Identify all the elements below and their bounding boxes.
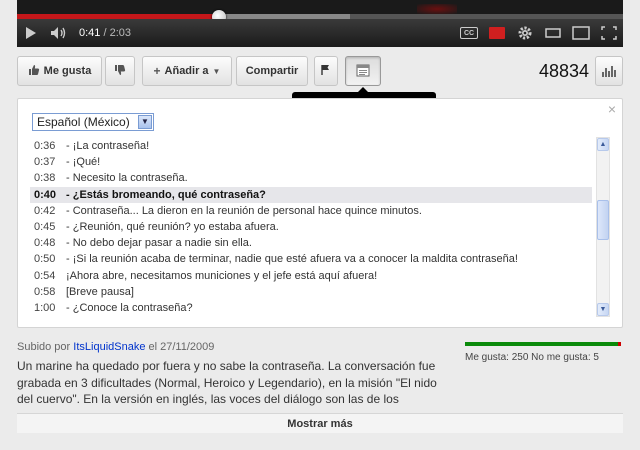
video-description: Un marine ha quedado por fuera y no sabe… <box>17 359 437 406</box>
transcript-line[interactable]: 0:42 - Contraseña... La dieron en la reun… <box>30 203 592 219</box>
transcript-timestamp: 0:36 <box>34 140 56 153</box>
transcript-timestamp: 0:37 <box>34 156 56 169</box>
video-frame[interactable] <box>17 0 623 14</box>
player-controls: 0:41 / 2:03 CC <box>17 19 623 47</box>
transcript-line[interactable]: 0:50 - ¡Si la reunión acaba de terminar, … <box>30 251 592 267</box>
flag-icon <box>321 64 331 79</box>
annotations-button[interactable] <box>483 19 511 47</box>
transcript-text: - ¿Conoce la contraseña? <box>66 301 193 314</box>
close-icon[interactable]: × <box>608 101 616 117</box>
transcript-button[interactable] <box>345 56 381 86</box>
transcript-line[interactable]: 0:36 - ¡La contraseña! <box>30 138 592 154</box>
flag-button[interactable] <box>314 56 338 86</box>
chevron-down-icon: ▼ <box>212 66 221 76</box>
large-player-icon[interactable] <box>567 19 595 47</box>
transcript-line[interactable]: 0:48 - No debo dejar pasar a nadie sin el… <box>30 235 592 251</box>
transcript-timestamp: 0:54 <box>34 269 56 282</box>
duration: 2:03 <box>109 27 132 39</box>
transcript-line[interactable]: 0:38 - Necesito la contraseña. <box>30 170 592 186</box>
transcript-scrollbar[interactable]: ▲ ▼ <box>596 137 610 317</box>
language-select[interactable]: Español (México) ▼ <box>32 113 154 131</box>
add-to-button[interactable]: + Añadir a ▼ <box>142 56 232 86</box>
scroll-down-icon[interactable]: ▼ <box>597 303 609 316</box>
annotations-icon <box>489 27 505 39</box>
transcript-timestamp: 1:00 <box>34 301 56 314</box>
play-icon[interactable] <box>17 19 45 47</box>
transcript-timestamp: 0:40 <box>34 188 57 201</box>
transcript-line[interactable]: 0:58 [Breve pausa] <box>30 284 592 300</box>
transcript-panel: × Español (México) ▼ 0:36 - ¡La contraseñ… <box>17 98 623 328</box>
dislike-button[interactable] <box>105 56 135 86</box>
transcript-line-current[interactable]: 0:40 - ¿Estás bromeando, qué contraseña? <box>30 186 592 203</box>
uploaded-prefix: Subido por <box>17 341 71 353</box>
transcript-timestamp: 0:45 <box>34 221 56 234</box>
share-button[interactable]: Compartir <box>236 56 308 86</box>
thumbs-down-icon <box>114 64 126 79</box>
dislikes-fill <box>617 342 621 346</box>
chevron-down-icon: ▼ <box>138 115 152 129</box>
plus-icon: + <box>153 64 161 78</box>
time-display: 0:41 / 2:03 <box>79 27 131 39</box>
transcript-timestamp: 0:48 <box>34 237 56 250</box>
transcript-text: - ¿Reunión, qué reunión? yo estaba afuer… <box>66 221 279 234</box>
transcript-text: - Contraseña... La dieron en la reunión … <box>66 204 422 217</box>
fullscreen-icon[interactable] <box>595 19 623 47</box>
uploaded-by: Subido por ItsLiquidSnake el 27/11/2009 <box>17 341 214 353</box>
transcript-text: ¡Ahora abre, necesitamos municiones y el… <box>66 269 378 282</box>
action-bar: Me gusta + Añadir a ▼ Compartir 48834 <box>17 56 623 86</box>
cc-icon: CC <box>460 27 478 39</box>
language-selected: Español (México) <box>37 115 130 129</box>
transcript-text: [Breve pausa] <box>66 285 134 298</box>
transcript-lines: 0:36 - ¡La contraseña! 0:37 - ¡Qué! 0:38 - Ne… <box>30 138 592 316</box>
stats-icon <box>602 65 616 77</box>
transcript-line[interactable]: 0:37 - ¡Qué! <box>30 154 592 170</box>
transcript-text: - Necesito la contraseña. <box>66 172 188 185</box>
transcript-text: - ¡Qué! <box>66 156 101 169</box>
transcript-line[interactable]: 0:54 ¡Ahora abre, necesitamos municiones … <box>30 268 592 284</box>
transcript-text: - No debo dejar pasar a nadie sin ella. <box>66 237 252 250</box>
scroll-up-icon[interactable]: ▲ <box>597 138 609 151</box>
likes-ratio-bar <box>465 342 621 346</box>
time-separator: / <box>103 27 107 39</box>
transcript-text: - ¿Estás bromeando, qué contraseña? <box>66 188 266 201</box>
transcript-timestamp: 0:50 <box>34 253 56 266</box>
current-time: 0:41 <box>79 27 101 39</box>
uploader-link[interactable]: ItsLiquidSnake <box>73 341 145 353</box>
cc-button[interactable]: CC <box>455 19 483 47</box>
transcript-text: - ¡La contraseña! <box>66 140 150 153</box>
view-count: 48834 <box>538 61 589 81</box>
scroll-thumb[interactable] <box>597 200 609 240</box>
transcript-timestamp: 0:42 <box>34 204 56 217</box>
stats-button[interactable] <box>595 56 623 86</box>
like-label: Me gusta <box>43 65 92 77</box>
share-label: Compartir <box>245 65 299 77</box>
transcript-text: - ¡Si la reunión acaba de terminar, nadi… <box>66 253 518 266</box>
volume-icon[interactable] <box>45 19 73 47</box>
transcript-timestamp: 0:38 <box>34 172 56 185</box>
small-player-icon[interactable] <box>539 19 567 47</box>
transcript-line[interactable]: 0:45 - ¿Reunión, qué reunión? yo estaba a… <box>30 219 592 235</box>
upload-date: el 27/11/2009 <box>148 341 215 353</box>
gear-icon[interactable] <box>511 19 539 47</box>
likes-count: Me gusta: 250 No me gusta: 5 <box>465 352 599 363</box>
transcript-timestamp: 0:58 <box>34 285 56 298</box>
transcript-line[interactable]: 1:00 - ¿Conoce la contraseña? <box>30 300 592 316</box>
show-more-button[interactable]: Mostrar más <box>17 413 623 433</box>
thumbs-up-icon <box>28 64 40 79</box>
add-to-label: Añadir a <box>164 65 209 77</box>
transcript-icon <box>355 62 371 81</box>
like-button[interactable]: Me gusta <box>17 56 102 86</box>
